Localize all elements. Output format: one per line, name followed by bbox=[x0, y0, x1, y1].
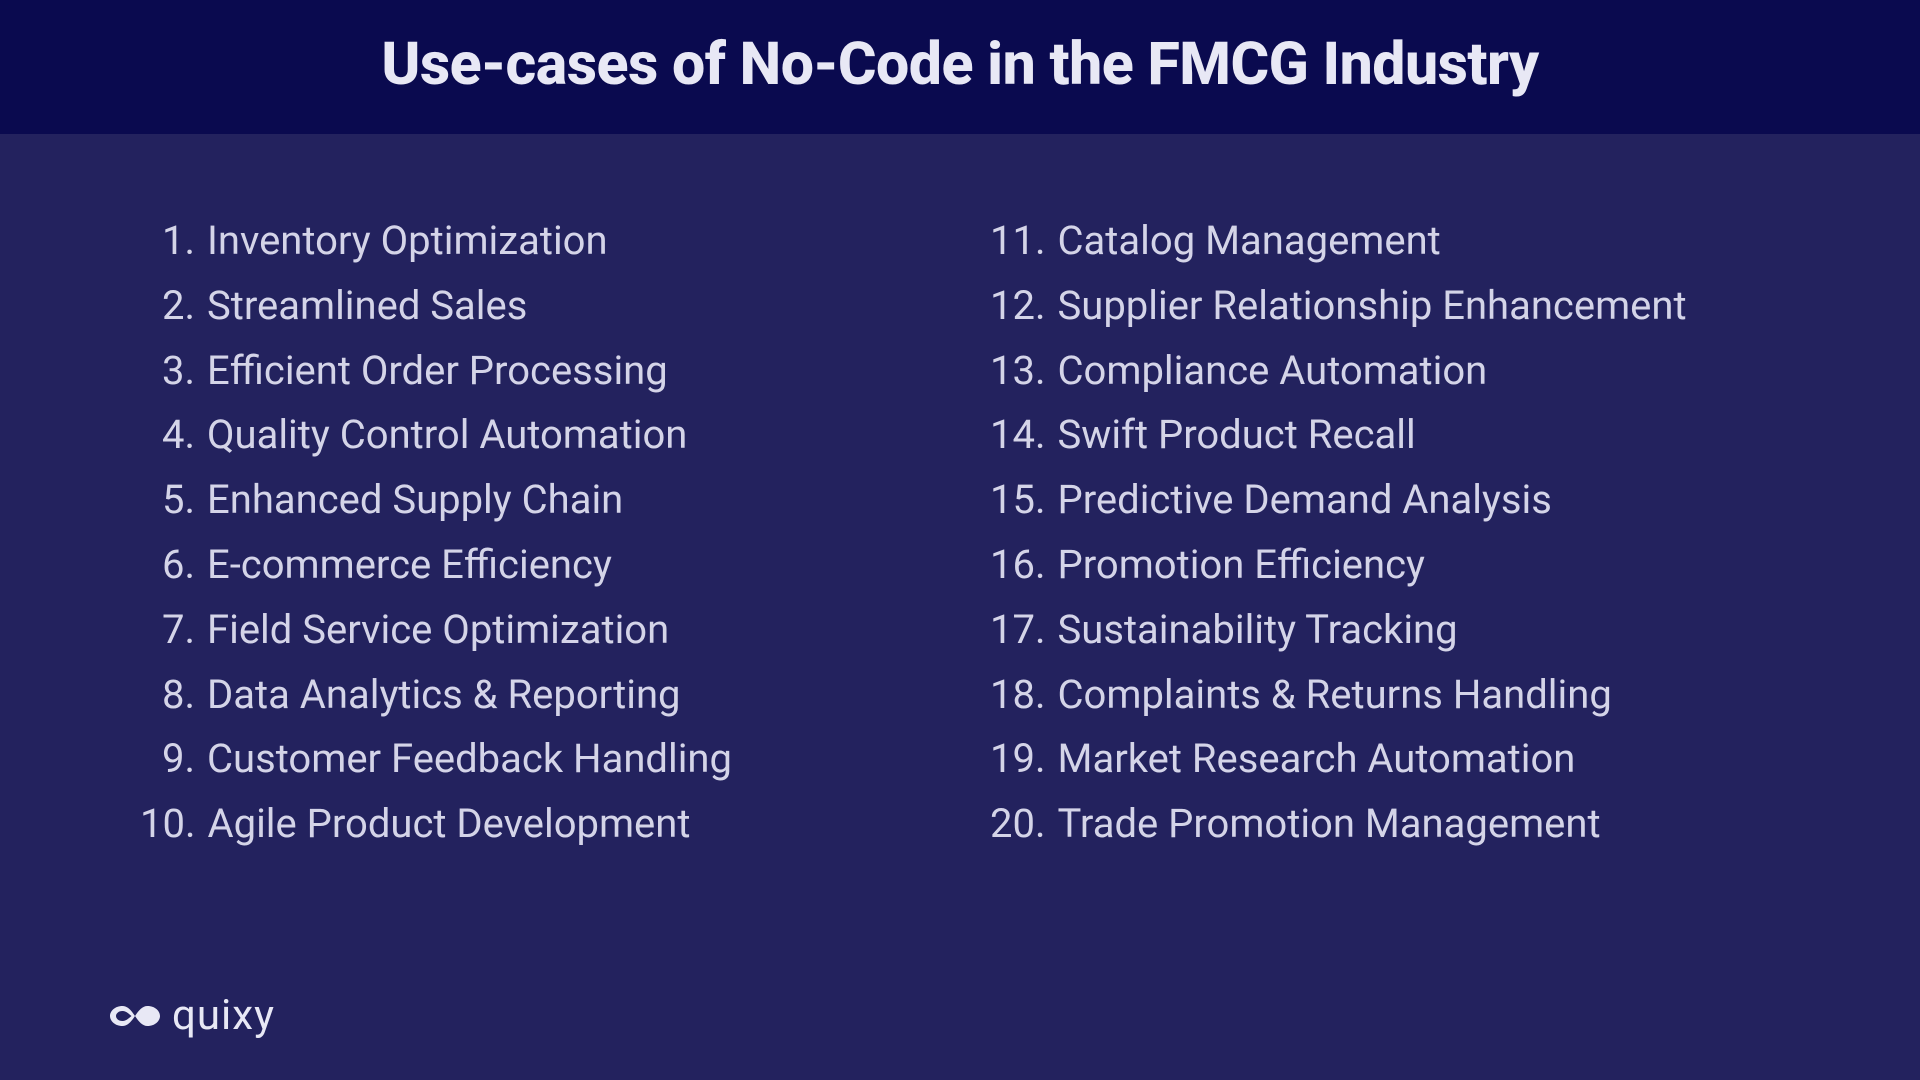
brand-name: quixy bbox=[172, 991, 275, 1040]
list-text: Data Analytics & Reporting bbox=[207, 663, 681, 728]
page-title: Use-cases of No-Code in the FMCG Industr… bbox=[120, 30, 1800, 99]
list-item: 2.Streamlined Sales bbox=[100, 274, 940, 339]
list-number: 18. bbox=[990, 663, 1046, 728]
list-number: 5. bbox=[140, 468, 195, 533]
list-text: Supplier Relationship Enhancement bbox=[1058, 274, 1687, 339]
list-number: 10. bbox=[140, 792, 196, 857]
list-number: 15. bbox=[990, 468, 1046, 533]
list-number: 2. bbox=[140, 274, 195, 339]
list-text: Complaints & Returns Handling bbox=[1058, 663, 1612, 728]
list-number: 3. bbox=[140, 339, 195, 404]
list-column-left: 1.Inventory Optimization 2.Streamlined S… bbox=[100, 209, 940, 857]
list-text: Promotion Efficiency bbox=[1058, 533, 1425, 598]
list-number: 12. bbox=[990, 274, 1046, 339]
list-item: 15.Predictive Demand Analysis bbox=[990, 468, 1830, 533]
list-item: 10.Agile Product Development bbox=[100, 792, 940, 857]
list-number: 20. bbox=[990, 792, 1046, 857]
list-number: 8. bbox=[140, 663, 195, 728]
list-item: 16.Promotion Efficiency bbox=[990, 533, 1830, 598]
list-text: Field Service Optimization bbox=[207, 598, 669, 663]
list-item: 3.Efficient Order Processing bbox=[100, 339, 940, 404]
list-item: 8.Data Analytics & Reporting bbox=[100, 663, 940, 728]
list-item: 4.Quality Control Automation bbox=[100, 403, 940, 468]
list-number: 1. bbox=[140, 209, 195, 274]
list-number: 4. bbox=[140, 403, 195, 468]
list-number: 13. bbox=[990, 339, 1046, 404]
list-text: Quality Control Automation bbox=[207, 403, 687, 468]
list-item: 19.Market Research Automation bbox=[990, 727, 1830, 792]
list-column-right: 11.Catalog Management 12.Supplier Relati… bbox=[990, 209, 1830, 857]
header-banner: Use-cases of No-Code in the FMCG Industr… bbox=[0, 0, 1920, 134]
list-text: Customer Feedback Handling bbox=[207, 727, 732, 792]
list-number: 19. bbox=[990, 727, 1046, 792]
list-item: 7.Field Service Optimization bbox=[100, 598, 940, 663]
list-item: 12.Supplier Relationship Enhancement bbox=[990, 274, 1830, 339]
list-item: 17.Sustainability Tracking bbox=[990, 598, 1830, 663]
list-item: 14.Swift Product Recall bbox=[990, 403, 1830, 468]
list-text: Enhanced Supply Chain bbox=[207, 468, 623, 533]
list-number: 7. bbox=[140, 598, 195, 663]
list-text: E-commerce Efficiency bbox=[207, 533, 612, 598]
list-text: Market Research Automation bbox=[1058, 727, 1576, 792]
list-number: 16. bbox=[990, 533, 1046, 598]
list-item: 20.Trade Promotion Management bbox=[990, 792, 1830, 857]
list-item: 9.Customer Feedback Handling bbox=[100, 727, 940, 792]
list-item: 18.Complaints & Returns Handling bbox=[990, 663, 1830, 728]
list-item: 13.Compliance Automation bbox=[990, 339, 1830, 404]
list-number: 9. bbox=[140, 727, 195, 792]
list-number: 14. bbox=[990, 403, 1046, 468]
list-text: Compliance Automation bbox=[1058, 339, 1488, 404]
list-number: 11. bbox=[990, 209, 1046, 274]
list-text: Trade Promotion Management bbox=[1058, 792, 1601, 857]
list-number: 6. bbox=[140, 533, 195, 598]
list-item: 11.Catalog Management bbox=[990, 209, 1830, 274]
list-text: Predictive Demand Analysis bbox=[1058, 468, 1552, 533]
list-number: 17. bbox=[990, 598, 1046, 663]
content-area: 1.Inventory Optimization 2.Streamlined S… bbox=[0, 134, 1920, 857]
list-text: Swift Product Recall bbox=[1058, 403, 1416, 468]
list-text: Efficient Order Processing bbox=[207, 339, 668, 404]
list-item: 1.Inventory Optimization bbox=[100, 209, 940, 274]
list-item: 6.E-commerce Efficiency bbox=[100, 533, 940, 598]
list-text: Inventory Optimization bbox=[207, 209, 608, 274]
list-text: Catalog Management bbox=[1058, 209, 1441, 274]
list-text: Agile Product Development bbox=[208, 792, 691, 857]
list-text: Sustainability Tracking bbox=[1058, 598, 1458, 663]
list-item: 5.Enhanced Supply Chain bbox=[100, 468, 940, 533]
list-text: Streamlined Sales bbox=[207, 274, 527, 339]
brand-logo: quixy bbox=[110, 991, 275, 1040]
infinity-icon bbox=[110, 1000, 160, 1032]
